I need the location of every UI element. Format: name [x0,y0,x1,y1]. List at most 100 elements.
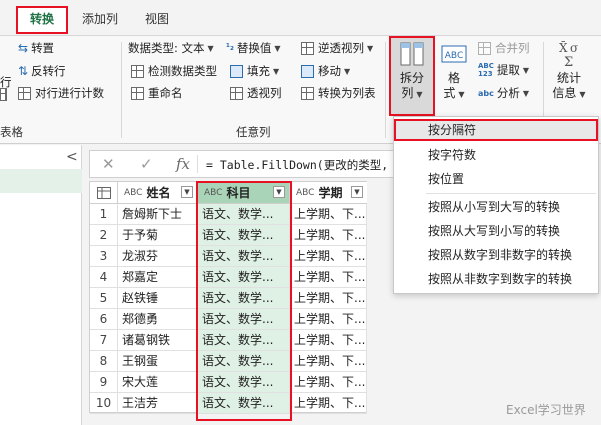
reverse-rows-label: 反转行 [31,64,66,78]
transpose-icon: ⇆ [18,40,29,55]
svg-text:X̄: X̄ [559,40,568,55]
cell-subject[interactable]: 语文、数学... [198,372,290,393]
unpivot-columns-button[interactable]: 逆透视列 ▼ [301,40,373,56]
text-type-icon[interactable]: ABC [296,188,314,198]
column-header-semester[interactable]: ABC 学期 ▼ [290,182,367,204]
unpivot-columns-icon [301,41,314,55]
transpose-label: 转置 [31,41,55,55]
cell-semester[interactable]: 上学期、下... [290,393,367,414]
data-type-dropdown[interactable]: 数据类型: 文本 ▼ [128,40,214,56]
cell-name[interactable]: 郑德勇 [118,309,198,330]
cell-semester[interactable]: 上学期、下... [290,246,367,267]
rename-button[interactable]: 重命名 [131,85,183,101]
extract-icon-123: 123 [478,70,493,78]
ribbon-separator [385,42,386,138]
cell-name[interactable]: 郑嘉定 [118,267,198,288]
cell-subject[interactable]: 语文、数学... [198,288,290,309]
cell-name[interactable]: 王钢蛋 [118,351,198,372]
extract-button[interactable]: ABC 123 提取 ▼ [478,62,529,78]
tab-add-column[interactable]: 添加列 [82,10,118,27]
cell-name[interactable]: 宋大莲 [118,372,198,393]
count-rows-button[interactable]: 对行进行计数 [18,85,104,101]
split-column-button[interactable]: 拆分 列 ▼ [391,40,433,102]
count-rows-label: 对行进行计数 [35,86,104,100]
row-number: 9 [90,372,118,393]
ribbon-separator [121,42,122,138]
cell-name[interactable]: 诸葛钢铁 [118,330,198,351]
selected-query-item[interactable] [0,169,82,193]
pivot-column-label: 透视列 [247,86,282,100]
row-number: 2 [90,225,118,246]
menu-item-by-positions[interactable]: 按位置 [394,168,598,190]
cell-subject[interactable]: 语文、数学... [198,351,290,372]
reverse-rows-button[interactable]: ⇅ 反转行 [18,63,66,79]
pivot-column-icon [230,86,243,100]
table-menu-button[interactable] [90,182,118,204]
cell-name[interactable]: 赵铁锤 [118,288,198,309]
filter-dropdown-icon[interactable]: ▼ [351,186,363,198]
chevron-down-icon: ▼ [344,66,351,76]
cell-subject[interactable]: 语文、数学... [198,267,290,288]
move-button[interactable]: 移动 ▼ [301,63,350,79]
pivot-column-button[interactable]: 透视列 [230,85,282,101]
replace-values-button[interactable]: ¹₂ 替换值 ▼ [226,40,281,56]
menu-item-lower-to-upper[interactable]: 按照从小写到大写的转换 [394,196,598,218]
cell-semester[interactable]: 上学期、下... [290,288,367,309]
menu-item-by-delimiter[interactable]: 按分隔符 [394,119,598,141]
filter-dropdown-icon[interactable]: ▼ [181,186,193,198]
cell-subject[interactable]: 语文、数学... [198,204,290,225]
convert-to-list-label: 转换为列表 [318,86,376,100]
format-icon-text: ABC [445,51,463,61]
confirm-icon[interactable]: ✓ [140,155,153,173]
cell-semester[interactable]: 上学期、下... [290,372,367,393]
menu-item-upper-to-lower[interactable]: 按照从大写到小写的转换 [394,220,598,242]
cell-name[interactable]: 于予菊 [118,225,198,246]
format-button[interactable]: ABC 格 式 ▼ [438,40,470,102]
tab-transform[interactable]: 转换 [16,6,68,34]
cell-semester[interactable]: 上学期、下... [290,330,367,351]
cell-semester[interactable]: 上学期、下... [290,225,367,246]
collapse-pane-icon[interactable]: < [66,149,78,165]
menu-item-nondigit-to-digit[interactable]: 按照从非数字到数字的转换 [394,268,598,290]
cancel-icon[interactable]: ✕ [102,155,115,173]
cell-subject[interactable]: 语文、数学... [198,246,290,267]
table-icon [0,88,7,101]
text-type-icon[interactable]: ABC [204,188,222,198]
detect-type-button[interactable]: 检测数据类型 [131,63,217,79]
fx-icon[interactable]: fx [176,155,190,173]
transpose-button[interactable]: ⇆ 转置 [18,40,54,56]
convert-to-list-button[interactable]: 转换为列表 [301,85,376,101]
column-header-name[interactable]: ABC 姓名 ▼ [118,182,198,204]
statistics-label-2: 信息 [552,86,577,100]
text-type-icon[interactable]: ABC [124,188,142,198]
cell-subject[interactable]: 语文、数学... [198,225,290,246]
split-column-label-2: 列 [401,86,414,100]
cell-name[interactable]: 詹姆斯下士 [118,204,198,225]
column-header-subject[interactable]: ABC 科目 ▼ [198,182,290,204]
fill-button[interactable]: 填充 ▼ [230,63,279,79]
parse-button[interactable]: abc 分析 ▼ [478,85,529,101]
row-number: 3 [90,246,118,267]
cell-semester[interactable]: 上学期、下... [290,204,367,225]
filter-dropdown-icon[interactable]: ▼ [273,186,285,198]
fill-icon [230,64,243,78]
merge-columns-button[interactable]: 合并列 [478,40,530,56]
menu-item-digit-to-nondigit[interactable]: 按照从数字到非数字的转换 [394,244,598,266]
tab-view[interactable]: 视图 [145,10,169,27]
cell-name[interactable]: 龙淑芬 [118,246,198,267]
data-type-label: 数据类型: 文本 [128,41,205,55]
cell-semester[interactable]: 上学期、下... [290,267,367,288]
formula-input[interactable]: = Table.FillDown(更改的类型, [206,157,388,173]
cell-subject[interactable]: 语文、数学... [198,309,290,330]
column-header-label: 学期 [318,186,343,200]
cell-name[interactable]: 王洁芳 [118,393,198,414]
cell-subject[interactable]: 语文、数学... [198,330,290,351]
chevron-down-icon: ▼ [416,90,423,99]
cell-semester[interactable]: 上学期、下... [290,309,367,330]
format-icon: ABC [441,45,467,63]
statistics-button[interactable]: X̄ σ Σ 统计 信息 ▼ [549,40,589,102]
cell-semester[interactable]: 上学期、下... [290,351,367,372]
any-column-group-label: 任意列 [236,125,271,139]
cell-subject[interactable]: 语文、数学... [198,393,290,414]
menu-item-by-number-of-characters[interactable]: 按字符数 [394,144,598,166]
